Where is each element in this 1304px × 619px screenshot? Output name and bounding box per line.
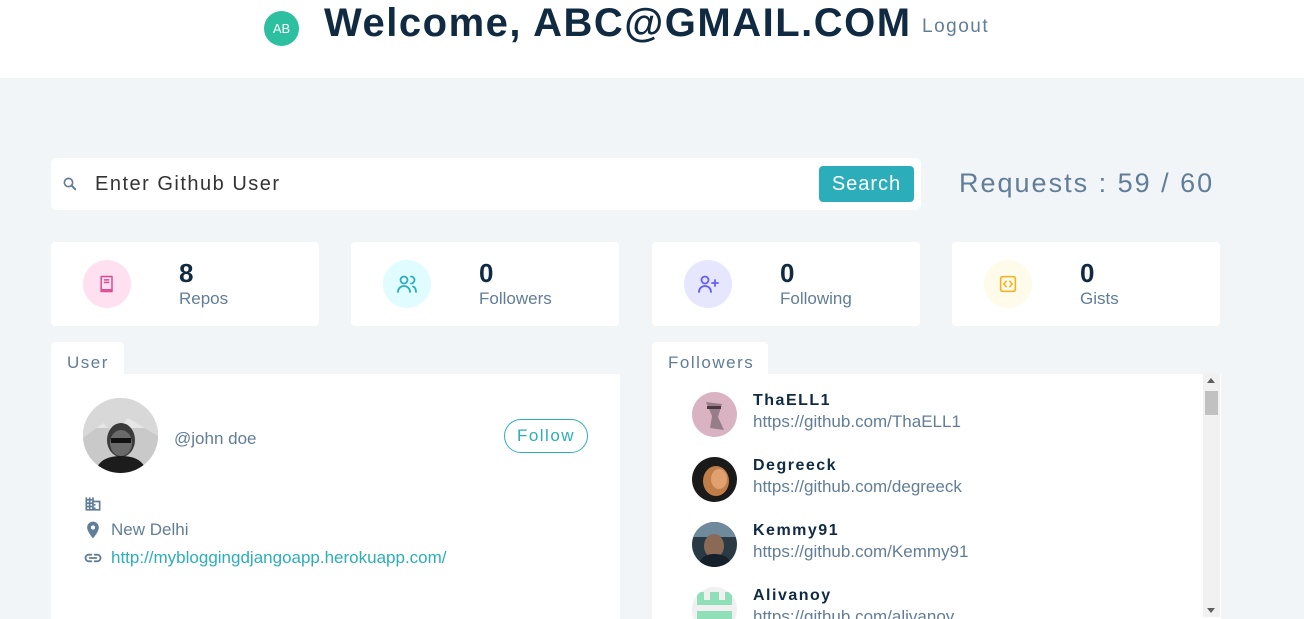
user-avatar	[83, 398, 158, 473]
user-blog: http://mybloggingdjangoapp.herokuapp.com…	[83, 548, 447, 568]
user-avatar-initials: AB	[264, 11, 299, 46]
followers-tab: Followers	[652, 342, 768, 376]
follower-item: Alivanoy https://github.com/alivanoy	[692, 587, 1192, 619]
search-input[interactable]	[95, 168, 795, 200]
following-count: 0	[780, 258, 795, 288]
logout-button[interactable]: Logout	[922, 16, 989, 38]
code-icon	[984, 260, 1032, 308]
user-location: New Delhi	[83, 520, 188, 540]
search-form: Search	[51, 158, 921, 210]
stat-card-following: 0 Following	[652, 242, 920, 326]
stat-card-followers: 0 Followers	[351, 242, 619, 326]
scroll-down-arrow-icon[interactable]	[1207, 608, 1215, 613]
follower-name: Degreeck	[753, 457, 838, 474]
building-icon	[85, 497, 101, 511]
user-card: @john doe Follow New Delhi http://myblog…	[51, 374, 620, 619]
stat-card-gists: 0 Gists	[952, 242, 1220, 326]
users-icon	[383, 260, 431, 308]
following-label: Following	[780, 289, 852, 308]
requests-counter: Requests : 59 / 60	[959, 168, 1215, 198]
follower-url[interactable]: https://github.com/ThaELL1	[753, 412, 961, 432]
follower-name: ThaELL1	[753, 392, 832, 409]
book-icon	[83, 260, 131, 308]
followers-count: 0	[479, 258, 494, 288]
followers-label: Followers	[479, 289, 552, 308]
search-icon	[63, 177, 77, 191]
user-company	[83, 494, 111, 514]
scroll-thumb[interactable]	[1205, 391, 1218, 415]
follow-button[interactable]: Follow	[504, 419, 588, 453]
follower-item: Kemmy91 https://github.com/Kemmy91	[692, 522, 1192, 572]
repos-label: Repos	[179, 289, 229, 308]
follower-avatar	[692, 457, 737, 502]
follower-name: Kemmy91	[753, 522, 840, 539]
gists-count: 0	[1080, 258, 1095, 288]
user-handle: @john doe	[174, 429, 257, 448]
followers-list: ThaELL1 https://github.com/ThaELL1 Degre…	[652, 374, 1221, 619]
follower-avatar	[692, 587, 737, 619]
stat-card-repos: 8 Repos	[51, 242, 319, 326]
followers-scrollbar[interactable]	[1203, 374, 1220, 617]
follower-avatar	[692, 392, 737, 437]
user-tab: User	[51, 342, 124, 376]
gists-label: Gists	[1080, 289, 1119, 308]
follower-url[interactable]: https://github.com/degreeck	[753, 477, 962, 497]
follower-item: Degreeck https://github.com/degreeck	[692, 457, 1192, 507]
location-pin-icon	[87, 521, 99, 539]
user-plus-icon	[684, 260, 732, 308]
follower-avatar	[692, 522, 737, 567]
blog-link[interactable]: http://mybloggingdjangoapp.herokuapp.com…	[111, 548, 447, 568]
search-button[interactable]: Search	[819, 166, 914, 202]
top-navbar: AB Welcome, ABC@GMAIL.COM Logout	[0, 0, 1304, 78]
link-icon	[84, 553, 102, 563]
follower-item: ThaELL1 https://github.com/ThaELL1	[692, 392, 1192, 442]
scroll-up-arrow-icon[interactable]	[1207, 378, 1215, 383]
follower-name: Alivanoy	[753, 587, 832, 604]
repos-count: 8	[179, 258, 194, 288]
location-text: New Delhi	[111, 520, 189, 539]
follower-url[interactable]: https://github.com/alivanoy	[753, 607, 954, 619]
follower-url[interactable]: https://github.com/Kemmy91	[753, 542, 968, 562]
welcome-heading: Welcome, ABC@GMAIL.COM	[324, 1, 912, 45]
